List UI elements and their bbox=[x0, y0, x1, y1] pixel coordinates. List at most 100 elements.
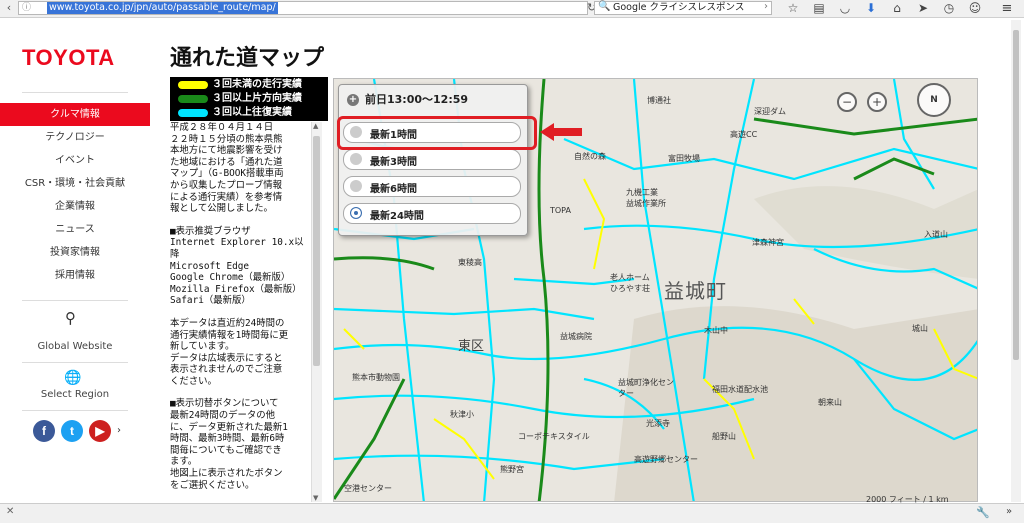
zoom-in-button[interactable]: + bbox=[867, 92, 887, 112]
radio-icon[interactable] bbox=[350, 153, 362, 165]
map-label: 富田牧場 bbox=[668, 154, 700, 163]
scroll-down-icon[interactable]: ▼ bbox=[313, 494, 318, 502]
select-region-link[interactable]: Select Region bbox=[0, 389, 150, 400]
more-social-icon[interactable]: › bbox=[117, 420, 121, 442]
map-label: 九機工業 bbox=[626, 188, 658, 197]
sidebar-item-technology[interactable]: テクノロジー bbox=[0, 126, 150, 149]
legend-swatch-yellow bbox=[178, 81, 208, 89]
legend-swatch-green bbox=[178, 95, 208, 103]
map-label: 益城町浄化センター bbox=[618, 378, 674, 398]
map-legend: ３回未満の走行実績 ３回以上片方向実績 ３回以上往復実績 bbox=[170, 77, 328, 121]
search-icon[interactable]: ⚲ bbox=[65, 309, 76, 327]
map-label: 益城町 bbox=[664, 279, 727, 303]
time-range-panel: + 前日13:00〜12:59 最新1時間 最新3時間 最新6時間 最新24時間 bbox=[338, 84, 528, 236]
home-icon[interactable]: ⌂ bbox=[884, 0, 910, 17]
map-label: 城山 bbox=[912, 324, 928, 333]
url-bar[interactable]: ⓘ www.toyota.co.jp/jpn/auto/passable_rou… bbox=[18, 1, 596, 15]
map-label: 光添寺 bbox=[646, 419, 670, 428]
page-scroll-thumb[interactable] bbox=[1013, 30, 1019, 360]
map-label: 空港センター bbox=[344, 484, 392, 493]
toolbar-icons: ☆ ▤ ◡ ⬇ ⌂ ➤ ◷ ☺ bbox=[780, 0, 988, 17]
map-label: 熊本市動物園 bbox=[352, 373, 400, 382]
scroll-thumb[interactable] bbox=[313, 136, 320, 366]
page-scrollbar[interactable] bbox=[1011, 20, 1021, 502]
toyota-logo[interactable]: TOYOTA bbox=[22, 45, 115, 71]
map-label: コーポテキスタイル bbox=[518, 432, 590, 441]
star-icon[interactable]: ☆ bbox=[780, 0, 806, 17]
page-title: 通れた道マップ bbox=[170, 46, 325, 71]
map-label: 益城病院 bbox=[560, 332, 592, 341]
map-label: 老人ホーム bbox=[610, 273, 650, 282]
map-label: 自然の森 bbox=[574, 152, 606, 161]
sidebar-item-company[interactable]: 企業情報 bbox=[0, 195, 150, 218]
map-label: 熊野宮 bbox=[500, 465, 524, 474]
divider bbox=[22, 92, 128, 93]
map-label: 福田水道配水池 bbox=[712, 385, 768, 394]
radio-selected-icon[interactable] bbox=[350, 207, 362, 219]
sidebar-item-news[interactable]: ニュース bbox=[0, 218, 150, 241]
map-label: 朝来山 bbox=[818, 398, 842, 407]
zoom-out-button[interactable]: − bbox=[837, 92, 857, 112]
info-text-panel: 平成２８年０４月１４日 ２２時１５分頃の熊本県熊 本地方にて地震影響を受け た地… bbox=[170, 122, 310, 502]
url-text[interactable]: www.toyota.co.jp/jpn/auto/passable_route… bbox=[47, 2, 278, 14]
close-icon[interactable]: ✕ bbox=[6, 506, 14, 517]
social-links: f t ▶ › bbox=[33, 420, 121, 442]
legend-swatch-cyan bbox=[178, 109, 208, 117]
info-scrollbar[interactable]: ▲ ▼ bbox=[311, 122, 322, 502]
map-label: TOPA bbox=[550, 206, 571, 215]
sidebar-item-car-info[interactable]: クルマ情報 bbox=[0, 103, 150, 126]
download-icon[interactable]: ⬇ bbox=[858, 0, 884, 17]
map-label: 秋津小 bbox=[450, 410, 474, 419]
info-paragraph: 本データは直近約24時間の 通行実績情報を1時間毎に更 新しています。 データは… bbox=[170, 317, 289, 387]
globe-icon[interactable]: 🌐 bbox=[64, 370, 81, 386]
search-text[interactable]: Google クライシスレスポンス bbox=[613, 2, 744, 14]
map-label: 津森神宮 bbox=[752, 238, 784, 247]
facebook-icon[interactable]: f bbox=[33, 420, 55, 442]
history-icon[interactable]: ◷ bbox=[936, 0, 962, 17]
browser-toolbar: ‹ ⓘ www.toyota.co.jp/jpn/auto/passable_r… bbox=[0, 0, 1024, 18]
sidebar-item-investors[interactable]: 投資家情報 bbox=[0, 241, 150, 264]
sidebar-item-events[interactable]: イベント bbox=[0, 149, 150, 172]
chevron-right-icon[interactable]: » bbox=[1006, 506, 1012, 517]
map-label: 益城作業所 bbox=[626, 199, 666, 208]
legend-label: ３回以上往復実績 bbox=[212, 107, 292, 118]
sidebar-item-csr[interactable]: CSR・環境・社会貢献 bbox=[0, 172, 150, 195]
radio-icon[interactable] bbox=[350, 180, 362, 192]
hamburger-icon[interactable]: ≡ bbox=[996, 0, 1018, 17]
send-icon[interactable]: ➤ bbox=[910, 0, 936, 17]
global-website-link[interactable]: Global Website bbox=[0, 341, 150, 352]
sidebar-item-careers[interactable]: 採用情報 bbox=[0, 264, 150, 287]
option-latest-24h[interactable]: 最新24時間 bbox=[343, 203, 521, 224]
scroll-up-icon[interactable]: ▲ bbox=[313, 122, 318, 130]
search-bar[interactable]: 🔍 Google クライシスレスポンス › bbox=[594, 1, 772, 15]
compass-icon[interactable]: N bbox=[917, 83, 951, 117]
map-label: 東区 bbox=[458, 339, 485, 354]
option-latest-3h[interactable]: 最新3時間 bbox=[343, 149, 521, 170]
map-label: 東稜高 bbox=[458, 258, 482, 267]
info-icon[interactable]: ⓘ bbox=[22, 2, 33, 13]
pocket-icon[interactable]: ◡ bbox=[832, 0, 858, 17]
wrench-icon[interactable]: 🔧 bbox=[976, 506, 990, 519]
smiley-icon[interactable]: ☺ bbox=[962, 0, 988, 17]
legend-label: ３回以上片方向実績 bbox=[212, 93, 302, 104]
search-go-icon[interactable]: › bbox=[764, 1, 768, 12]
map-label: 深迎ダム bbox=[754, 107, 786, 116]
info-paragraph: ■表示切替ボタンについて 最新24時間のデータの他 に、データ更新された最新1 … bbox=[170, 398, 288, 491]
info-paragraph: ■表示推奨ブラウザ Internet Explorer 10.x以 降 Micr… bbox=[170, 225, 304, 307]
reading-list-icon[interactable]: ▤ bbox=[806, 0, 832, 17]
legend-item: ３回以上片方向実績 bbox=[170, 92, 328, 106]
legend-item: ３回以上往復実績 bbox=[170, 106, 328, 120]
twitter-icon[interactable]: t bbox=[61, 420, 83, 442]
option-latest-6h[interactable]: 最新6時間 bbox=[343, 176, 521, 197]
map-label: 船野山 bbox=[712, 432, 736, 441]
info-paragraph: 平成２８年０４月１４日 ２２時１５分頃の熊本県熊 本地方にて地震影響を受け た地… bbox=[170, 122, 284, 215]
map-label: 博通社 bbox=[647, 96, 671, 105]
back-icon[interactable]: ‹ bbox=[2, 1, 16, 15]
map-label: 木山中 bbox=[704, 326, 728, 335]
side-nav: クルマ情報 テクノロジー イベント CSR・環境・社会貢献 企業情報 ニュース … bbox=[0, 103, 150, 287]
time-range-header[interactable]: + 前日13:00〜12:59 bbox=[347, 91, 468, 107]
expand-plus-icon[interactable]: + bbox=[347, 94, 359, 106]
map-label: ひろやす荘 bbox=[610, 284, 650, 293]
youtube-icon[interactable]: ▶ bbox=[89, 420, 111, 442]
search-engine-icon: 🔍 bbox=[598, 1, 611, 12]
